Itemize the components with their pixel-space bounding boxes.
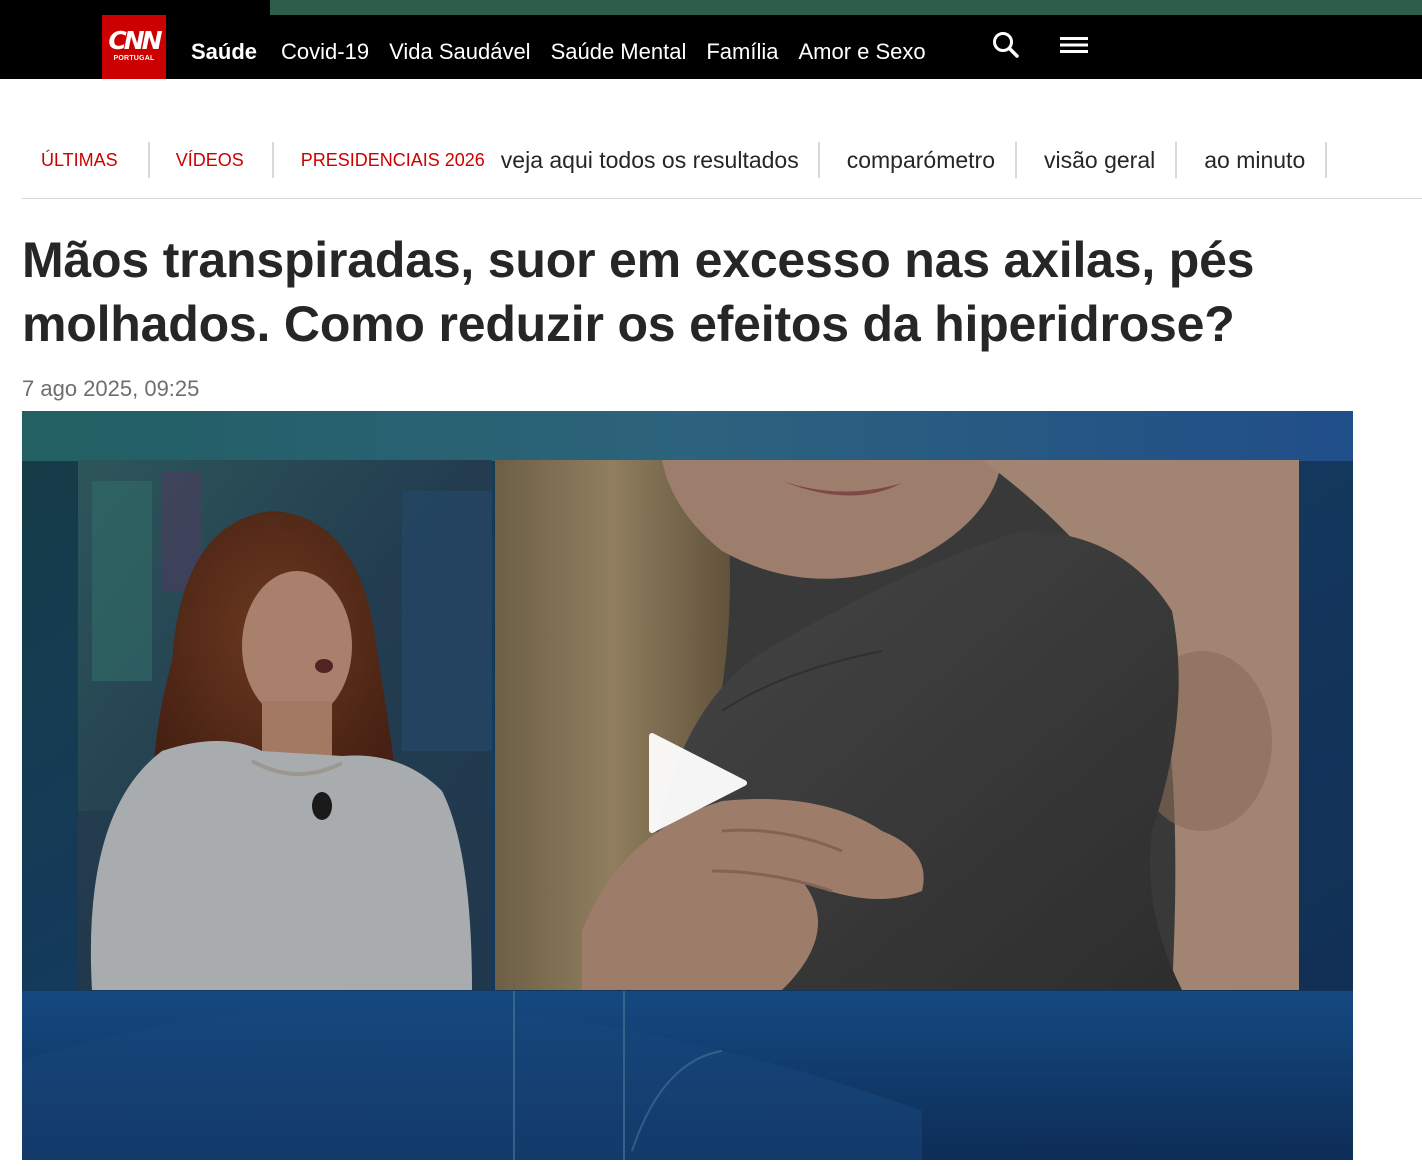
divider bbox=[817, 142, 820, 178]
section-nav: Saúde Covid-19 Vida Saudável Saúde Menta… bbox=[191, 37, 946, 67]
logo-text: CNN bbox=[108, 26, 162, 55]
divider bbox=[1015, 142, 1017, 178]
nav-item-saude-mental[interactable]: Saúde Mental bbox=[551, 39, 687, 65]
article-date: 7 ago 2025, 09:25 bbox=[22, 376, 200, 401]
subnav-item-videos[interactable]: VÍDEOS bbox=[176, 150, 244, 171]
video-player[interactable] bbox=[22, 411, 1353, 1160]
hamburger-menu-icon bbox=[1060, 37, 1088, 53]
nav-item-familia[interactable]: Família bbox=[706, 39, 778, 65]
nav-item-covid-19[interactable]: Covid-19 bbox=[281, 39, 369, 65]
top-navigation-bar: CNN PORTUGAL Saúde Covid-19 Vida Saudáve… bbox=[0, 0, 1422, 79]
nav-item-saude[interactable]: Saúde bbox=[191, 39, 257, 65]
secondary-nav: ÚLTIMAS VÍDEOS PRESIDENCIAIS 2026 veja a… bbox=[22, 140, 1422, 180]
subnav-link-comparometro[interactable]: comparómetro bbox=[847, 147, 995, 174]
search-icon bbox=[993, 32, 1019, 58]
logo-subtext: PORTUGAL bbox=[113, 55, 155, 62]
subnav-link-ao-minuto[interactable]: ao minuto bbox=[1204, 147, 1305, 174]
divider bbox=[147, 142, 150, 178]
subnav-item-ultimas[interactable]: ÚLTIMAS bbox=[41, 150, 118, 171]
search-button[interactable] bbox=[990, 29, 1022, 61]
subnav-link-resultados[interactable]: veja aqui todos os resultados bbox=[501, 147, 799, 174]
subnav-link-visao-geral[interactable]: visão geral bbox=[1044, 147, 1155, 174]
accent-strip bbox=[270, 0, 1422, 15]
subnav-divider-line bbox=[22, 198, 1422, 199]
subnav-item-presidenciais-2026[interactable]: PRESIDENCIAIS 2026 bbox=[301, 150, 485, 171]
cnn-portugal-logo[interactable]: CNN PORTUGAL bbox=[102, 15, 166, 79]
divider bbox=[1325, 142, 1328, 178]
menu-button[interactable] bbox=[1058, 31, 1090, 59]
divider bbox=[1175, 142, 1178, 178]
nav-item-vida-saudavel[interactable]: Vida Saudável bbox=[389, 39, 531, 65]
video-thumbnail bbox=[22, 411, 1353, 1160]
nav-item-amor-e-sexo[interactable]: Amor e Sexo bbox=[798, 39, 925, 65]
divider bbox=[271, 142, 274, 178]
article-title: Mãos transpiradas, suor em excesso nas a… bbox=[22, 232, 1255, 352]
